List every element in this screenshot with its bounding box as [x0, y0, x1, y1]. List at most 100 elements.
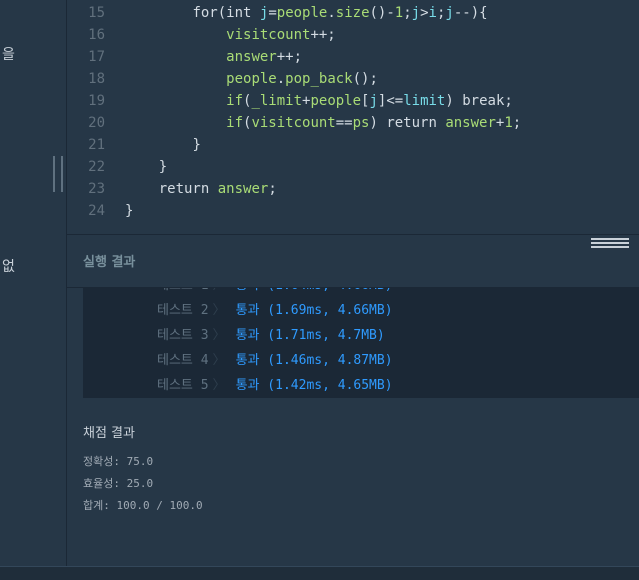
code-line[interactable]: 16 visitcount++;	[67, 24, 336, 46]
code-token: ;	[403, 5, 412, 21]
code-token: 1	[504, 115, 513, 131]
test-label: 테스트 5	[157, 378, 209, 393]
code-token: 1	[394, 5, 404, 21]
code-line[interactable]: 19 if(_limit+people[j]<=limit) break;	[67, 90, 513, 112]
code-line[interactable]: 18 people.pop_back();	[67, 68, 378, 90]
chevron-right-icon: 〉	[212, 328, 226, 343]
code-token: _limit	[251, 93, 303, 109]
code-token: ()-	[369, 5, 395, 21]
code-token: for	[192, 5, 218, 21]
code-token: .	[327, 5, 336, 21]
code-line[interactable]: 23 return answer;	[67, 178, 277, 200]
code-token: people	[310, 93, 362, 109]
code-editor[interactable]: 15 for(int j=people.size()-1;j>i;j--){16…	[67, 0, 639, 234]
line-number: 21	[88, 137, 105, 153]
code-token: return	[158, 181, 218, 197]
sidebar-text-fragment: 없	[2, 259, 15, 275]
results-panel-title: 실행 결과	[83, 255, 136, 270]
results-panel-header: 실행 결과	[67, 235, 639, 287]
test-result-row: 테스트 2 〉 통과 (1.69ms, 4.66MB)	[157, 298, 393, 323]
code-token: ) return	[369, 115, 446, 131]
code-token: people	[276, 5, 328, 21]
accuracy-score: 정확성: 75.0	[83, 455, 154, 468]
test-label: 테스트 4	[157, 353, 209, 368]
code-line[interactable]: 22 }	[67, 156, 167, 178]
code-token: visitcount	[226, 27, 311, 43]
code-token: ++;	[310, 27, 336, 43]
test-detail: (1.64ms, 4.66MB)	[259, 288, 392, 293]
left-panel: 을 없	[0, 0, 67, 566]
code-token: ==	[335, 115, 353, 131]
test-detail: (1.42ms, 4.65MB)	[259, 378, 393, 393]
chevron-right-icon: 〉	[212, 353, 226, 368]
line-number: 22	[88, 159, 105, 175]
code-line[interactable]: 20 if(visitcount==ps) return answer+1;	[67, 112, 521, 134]
code-token: visitcount	[251, 115, 336, 131]
code-line[interactable]: 17 answer++;	[67, 46, 302, 68]
test-detail: (1.69ms, 4.66MB)	[259, 303, 393, 318]
sidebar-text-fragment: 을	[2, 47, 15, 63]
code-token: --){	[453, 5, 488, 21]
code-token: if	[226, 115, 244, 131]
code-token: j	[369, 93, 378, 109]
total-score: 합계: 100.0 / 100.0	[83, 499, 203, 512]
test-results-list: 테스트 1〉통과 (1.64ms, 4.66MB)테스트 2〉통과 (1.69m…	[83, 288, 639, 398]
grading-result: 채점 결과 정확성: 75.0 효율성: 25.0 합계: 100.0 / 10…	[83, 422, 203, 517]
code-token: pop_back	[285, 71, 353, 87]
code-token: j	[445, 5, 454, 21]
chevron-right-icon: 〉	[212, 303, 226, 318]
code-token: if	[226, 93, 244, 109]
test-detail: (1.71ms, 4.7MB)	[259, 328, 385, 343]
code-line[interactable]: 24}	[67, 200, 133, 222]
panel-resize-handle[interactable]	[53, 156, 63, 192]
test-label: 테스트 2	[157, 303, 209, 318]
test-result-row: 테스트 3 〉 통과 (1.71ms, 4.7MB)	[157, 323, 385, 348]
code-token: .	[276, 71, 286, 87]
code-token: ]<=	[377, 93, 404, 109]
code-token: limit	[403, 93, 446, 109]
code-token: ;	[512, 115, 522, 131]
code-token: ps	[352, 115, 370, 131]
line-number: 23	[88, 181, 105, 197]
code-token: ++;	[276, 49, 303, 65]
test-status: 통과	[235, 328, 260, 343]
line-number: 18	[88, 71, 105, 87]
code-token: people	[226, 71, 277, 87]
code-token: (int	[217, 5, 260, 21]
test-status: 통과	[235, 303, 260, 318]
test-result-row: 테스트 4 〉 통과 (1.46ms, 4.87MB)	[157, 348, 393, 373]
test-status: 통과	[235, 378, 260, 393]
efficiency-score: 효율성: 25.0	[83, 477, 154, 490]
line-number: 17	[88, 49, 105, 65]
line-number: 20	[88, 115, 105, 131]
line-number: 24	[88, 203, 105, 219]
test-result-row: 테스트 5 〉 통과 (1.42ms, 4.65MB)	[157, 373, 393, 398]
code-token: }	[192, 137, 201, 153]
line-number: 15	[88, 5, 105, 21]
code-token: i	[428, 5, 437, 21]
grading-title: 채점 결과	[83, 426, 135, 441]
resize-handle-icon[interactable]	[591, 238, 629, 250]
chevron-right-icon: 〉	[212, 378, 226, 393]
code-token: size	[335, 5, 370, 21]
code-token: answer	[226, 49, 277, 65]
code-line[interactable]: 15 for(int j=people.size()-1;j>i;j--){	[67, 2, 488, 24]
test-label: 테스트 1	[157, 288, 209, 293]
code-token: >	[420, 5, 429, 21]
code-token: }	[125, 203, 134, 219]
code-token: =	[268, 5, 277, 21]
chevron-right-icon: 〉	[213, 288, 226, 293]
test-detail: (1.46ms, 4.87MB)	[259, 353, 393, 368]
code-token: j	[411, 5, 421, 21]
test-result-row: 테스트 1 〉 통과 (1.64ms, 4.66MB)	[157, 288, 393, 298]
code-token: ) break;	[445, 93, 513, 109]
test-label: 테스트 3	[157, 328, 209, 343]
code-token: ();	[352, 71, 378, 87]
code-line[interactable]: 21 }	[67, 134, 201, 156]
code-token: }	[158, 159, 168, 175]
code-token: answer	[445, 115, 496, 131]
bottom-bar	[0, 566, 639, 580]
code-token: answer	[217, 181, 269, 197]
line-number: 16	[88, 27, 105, 43]
test-status: 통과	[235, 353, 260, 368]
